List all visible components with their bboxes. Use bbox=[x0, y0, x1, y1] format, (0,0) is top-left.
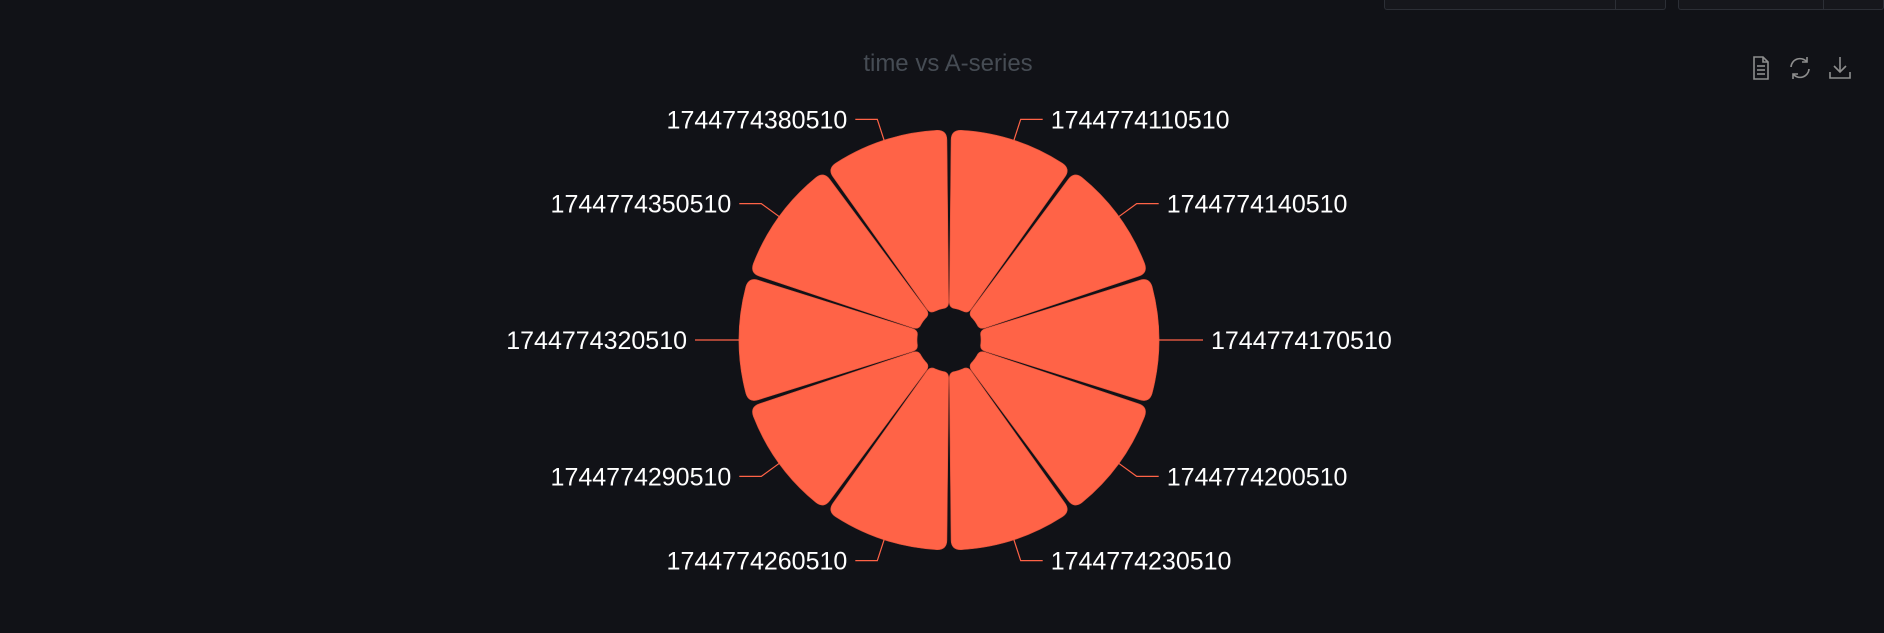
slice-label: 1744774140510 bbox=[1167, 191, 1348, 219]
slice-label: 1744774230510 bbox=[1051, 548, 1232, 576]
slice-label: 1744774290510 bbox=[551, 463, 732, 491]
label-leader-line bbox=[739, 462, 780, 477]
pie-chart: 1744774110510 1744774140510 1744774170510 1… bbox=[506, 106, 1392, 576]
label-leader-line bbox=[1013, 118, 1043, 141]
label-leader-line bbox=[1118, 462, 1159, 477]
slice-label: 1744774380510 bbox=[667, 106, 848, 134]
slice-label: 1744774170510 bbox=[1211, 327, 1392, 355]
label-leader-line bbox=[1118, 203, 1159, 218]
slice-label: 1744774320510 bbox=[506, 327, 687, 355]
chart-panel: time vs A-series 1744774110510 174477414… bbox=[0, 0, 1884, 633]
label-leader-line bbox=[1013, 539, 1043, 562]
slice-label: 1744774110510 bbox=[1051, 106, 1230, 134]
label-leader-line bbox=[739, 203, 780, 218]
label-leader-line bbox=[855, 118, 885, 141]
label-leader-line bbox=[855, 539, 885, 562]
slice-label: 1744774350510 bbox=[551, 191, 732, 219]
slice-label: 1744774200510 bbox=[1167, 463, 1348, 491]
slice-label: 1744774260510 bbox=[667, 548, 848, 576]
